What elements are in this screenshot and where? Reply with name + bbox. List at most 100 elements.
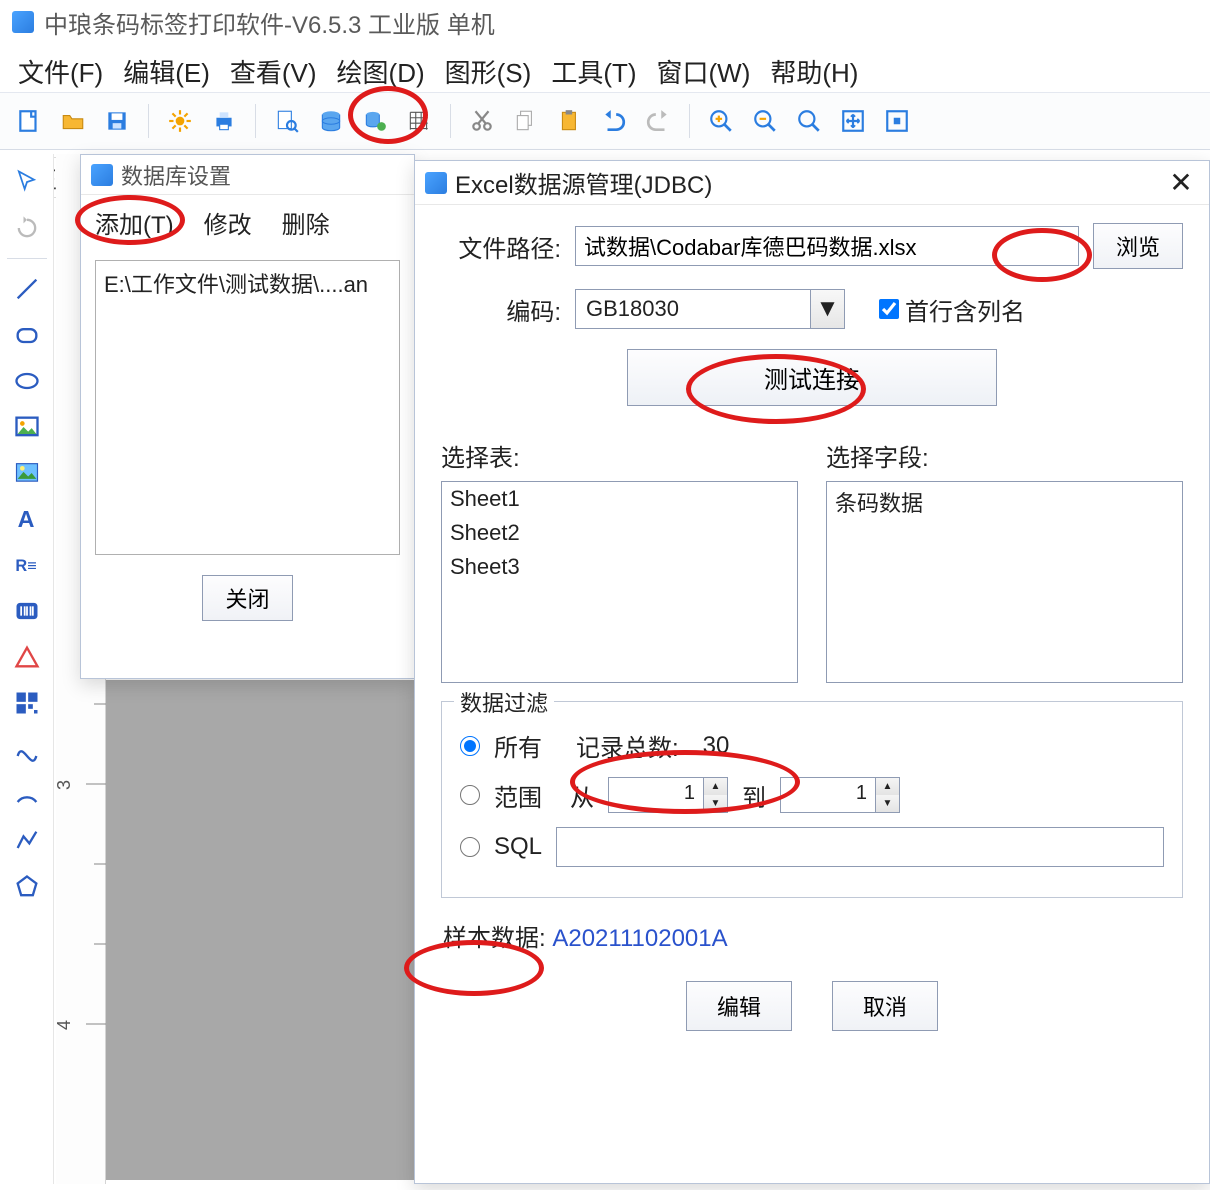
sheet-item[interactable]: Sheet1 (442, 482, 797, 516)
close-icon[interactable]: ✕ (1163, 166, 1199, 199)
toolbar-paste-icon[interactable] (551, 102, 589, 140)
db-connection-item[interactable]: E:\工作文件\测试数据\....an (104, 267, 391, 299)
excel-window-icon (425, 172, 447, 194)
toolbar-cut-icon[interactable] (463, 102, 501, 140)
toolbar-new-icon[interactable] (10, 102, 48, 140)
main-title-bar: 中琅条码标签打印软件-V6.5.3 工业版 单机 (0, 0, 1210, 44)
field-item[interactable]: 条码数据 (827, 482, 1182, 522)
app-title: 中琅条码标签打印软件-V6.5.3 工业版 单机 (44, 5, 495, 40)
toolbar-database-icon[interactable] (312, 102, 350, 140)
svg-text:R≡: R≡ (15, 557, 36, 575)
toolbar-fit-icon[interactable] (834, 102, 872, 140)
db-connection-list[interactable]: E:\工作文件\测试数据\....an (95, 260, 400, 555)
tool-polyline-icon[interactable] (5, 819, 49, 863)
file-path-input[interactable] (575, 226, 1079, 266)
tool-ellipse-icon[interactable] (5, 359, 49, 403)
tool-barcode-icon[interactable] (5, 589, 49, 633)
db-settings-titlebar[interactable]: 数据库设置 (81, 155, 414, 195)
field-list[interactable]: 条码数据 (826, 481, 1183, 683)
toolbar-open-icon[interactable] (54, 102, 92, 140)
db-tab-add[interactable]: 添加(T) (95, 205, 174, 240)
test-connection-button[interactable]: 测试连接 (627, 349, 997, 406)
app-logo-icon (12, 11, 34, 33)
label-file-path: 文件路径: (441, 229, 561, 264)
label-total: 记录总数: (576, 728, 679, 763)
radio-sql[interactable] (460, 837, 480, 857)
label-all: 所有 (494, 728, 542, 763)
excel-window-title: Excel数据源管理(JDBC) (455, 165, 712, 200)
toolbar-copy-icon[interactable] (507, 102, 545, 140)
excel-titlebar[interactable]: Excel数据源管理(JDBC) ✕ (415, 161, 1209, 205)
svg-text:4: 4 (56, 1020, 74, 1030)
menu-tool[interactable]: 工具(T) (551, 53, 636, 90)
table-list[interactable]: Sheet1 Sheet2 Sheet3 (441, 481, 798, 683)
range-to-spinner[interactable]: 1▲▼ (780, 777, 900, 813)
menu-edit[interactable]: 编辑(E) (123, 53, 210, 90)
label-select-table: 选择表: (441, 438, 798, 473)
tool-pointer-icon[interactable] (5, 160, 49, 204)
sheet-item[interactable]: Sheet3 (442, 550, 797, 584)
menu-shape[interactable]: 图形(S) (445, 53, 532, 90)
tool-image-icon[interactable] (5, 405, 49, 449)
label-sql: SQL (494, 833, 542, 861)
filter-legend: 数据过滤 (454, 686, 554, 718)
toolbar-save-icon[interactable] (98, 102, 136, 140)
menu-help[interactable]: 帮助(H) (770, 53, 858, 90)
tool-strip: A R≡ (0, 154, 54, 1184)
edit-button[interactable]: 编辑 (686, 981, 792, 1031)
excel-jdbc-window: Excel数据源管理(JDBC) ✕ 文件路径: 浏览 编码: GB18030 … (414, 160, 1210, 1184)
tool-richtext-icon[interactable]: R≡ (5, 543, 49, 587)
main-toolbar (0, 92, 1210, 150)
radio-range[interactable] (460, 785, 480, 805)
tool-qrcode-icon[interactable] (5, 681, 49, 725)
sample-data-value: A20211102001A (552, 925, 727, 952)
label-to: 到 (742, 778, 766, 813)
tool-rotate-icon[interactable] (5, 206, 49, 250)
design-canvas[interactable] (106, 680, 426, 1180)
db-settings-window: 数据库设置 添加(T) 修改 删除 E:\工作文件\测试数据\....an 关闭 (80, 154, 415, 679)
tool-arc-icon[interactable] (5, 773, 49, 817)
tool-triangle-icon[interactable] (5, 635, 49, 679)
first-row-checkbox[interactable]: 首行含列名 (879, 292, 1025, 327)
label-encoding: 编码: (441, 292, 561, 327)
browse-button[interactable]: 浏览 (1093, 223, 1183, 269)
sql-input[interactable] (556, 827, 1164, 867)
toolbar-redo-icon[interactable] (639, 102, 677, 140)
encoding-select[interactable]: GB18030 ▼ (575, 289, 845, 329)
toolbar-print-icon[interactable] (205, 102, 243, 140)
tool-text-icon[interactable]: A (5, 497, 49, 541)
sheet-item[interactable]: Sheet2 (442, 516, 797, 550)
first-row-label: 首行含列名 (905, 292, 1025, 327)
menu-view[interactable]: 查看(V) (230, 53, 317, 90)
toolbar-center-icon[interactable] (878, 102, 916, 140)
encoding-value: GB18030 (576, 296, 810, 322)
db-tab-modify[interactable]: 修改 (204, 205, 252, 240)
menu-window[interactable]: 窗口(W) (657, 53, 751, 90)
toolbar-zoom-out-icon[interactable] (746, 102, 784, 140)
radio-all[interactable] (460, 736, 480, 756)
label-sample: 样本数据: (443, 925, 546, 952)
toolbar-database-link-icon[interactable] (356, 102, 394, 140)
tool-curve-icon[interactable] (5, 727, 49, 771)
menu-bar: 文件(F) 编辑(E) 查看(V) 绘图(D) 图形(S) 工具(T) 窗口(W… (0, 44, 1210, 92)
svg-text:A: A (17, 506, 34, 532)
toolbar-zoom-in-icon[interactable] (702, 102, 740, 140)
db-close-button[interactable]: 关闭 (202, 575, 292, 621)
menu-file[interactable]: 文件(F) (18, 53, 103, 90)
cancel-button[interactable]: 取消 (832, 981, 938, 1031)
chevron-down-icon: ▼ (810, 290, 844, 328)
menu-draw[interactable]: 绘图(D) (337, 53, 425, 90)
label-range: 范围 (494, 778, 542, 813)
db-settings-icon (91, 164, 113, 186)
range-from-spinner[interactable]: 1▲▼ (608, 777, 728, 813)
tool-polygon-icon[interactable] (5, 865, 49, 909)
db-tab-delete[interactable]: 删除 (282, 205, 330, 240)
tool-picture-icon[interactable] (5, 451, 49, 495)
toolbar-grid-icon[interactable] (400, 102, 438, 140)
toolbar-undo-icon[interactable] (595, 102, 633, 140)
tool-line-icon[interactable] (5, 267, 49, 311)
tool-rounded-rect-icon[interactable] (5, 313, 49, 357)
toolbar-settings-icon[interactable] (161, 102, 199, 140)
toolbar-zoom-reset-icon[interactable] (790, 102, 828, 140)
toolbar-preview-icon[interactable] (268, 102, 306, 140)
